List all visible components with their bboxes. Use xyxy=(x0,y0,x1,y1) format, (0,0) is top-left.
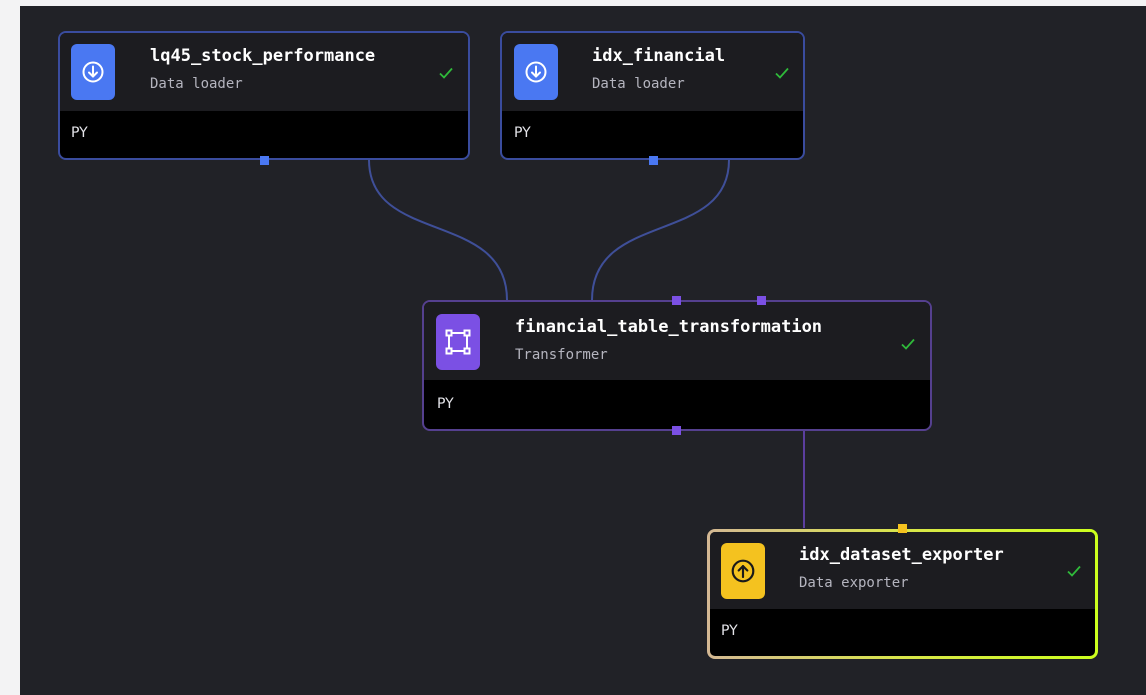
block-type: Data exporter xyxy=(799,575,909,591)
block-title: financial_table_transformation xyxy=(515,317,823,337)
block-header: idx_financial Data loader xyxy=(502,33,803,111)
download-arrow-icon xyxy=(71,44,115,100)
checkmark-icon xyxy=(1067,565,1081,577)
output-port-idx-financial[interactable] xyxy=(649,156,658,165)
block-language: PY xyxy=(437,396,454,412)
block-idx-financial[interactable]: idx_financial Data loader PY xyxy=(500,31,805,160)
block-header: idx_dataset_exporter Data exporter xyxy=(710,532,1095,609)
block-language: PY xyxy=(514,125,531,141)
block-title: idx_financial xyxy=(592,46,726,66)
block-header: financial_table_transformation Transform… xyxy=(424,302,930,380)
checkmark-icon xyxy=(775,67,789,79)
edge-lq45-to-transform xyxy=(368,159,508,301)
checkmark-icon xyxy=(439,67,453,79)
transform-square-icon xyxy=(436,314,480,370)
block-type: Data loader xyxy=(592,76,685,92)
output-port-transform[interactable] xyxy=(672,426,681,435)
output-port-lq45[interactable] xyxy=(260,156,269,165)
checkmark-icon xyxy=(901,338,915,350)
input-port-transform-2[interactable] xyxy=(757,296,766,305)
block-idx-dataset-exporter[interactable]: idx_dataset_exporter Data exporter PY xyxy=(707,529,1098,659)
block-language: PY xyxy=(71,125,88,141)
upload-arrow-icon xyxy=(721,543,765,599)
block-header: lq45_stock_performance Data loader xyxy=(60,33,468,111)
download-arrow-icon xyxy=(514,44,558,100)
edge-idxfinancial-to-transform xyxy=(591,159,730,301)
block-language: PY xyxy=(721,623,738,639)
block-title: lq45_stock_performance xyxy=(150,46,376,66)
input-port-transform-1[interactable] xyxy=(672,296,681,305)
block-title: idx_dataset_exporter xyxy=(799,545,1004,565)
block-type: Transformer xyxy=(515,347,608,363)
block-lq45-stock-performance[interactable]: lq45_stock_performance Data loader PY xyxy=(58,31,470,160)
block-type: Data loader xyxy=(150,76,243,92)
block-financial-table-transformation[interactable]: financial_table_transformation Transform… xyxy=(422,300,932,431)
input-port-exporter[interactable] xyxy=(898,524,907,533)
